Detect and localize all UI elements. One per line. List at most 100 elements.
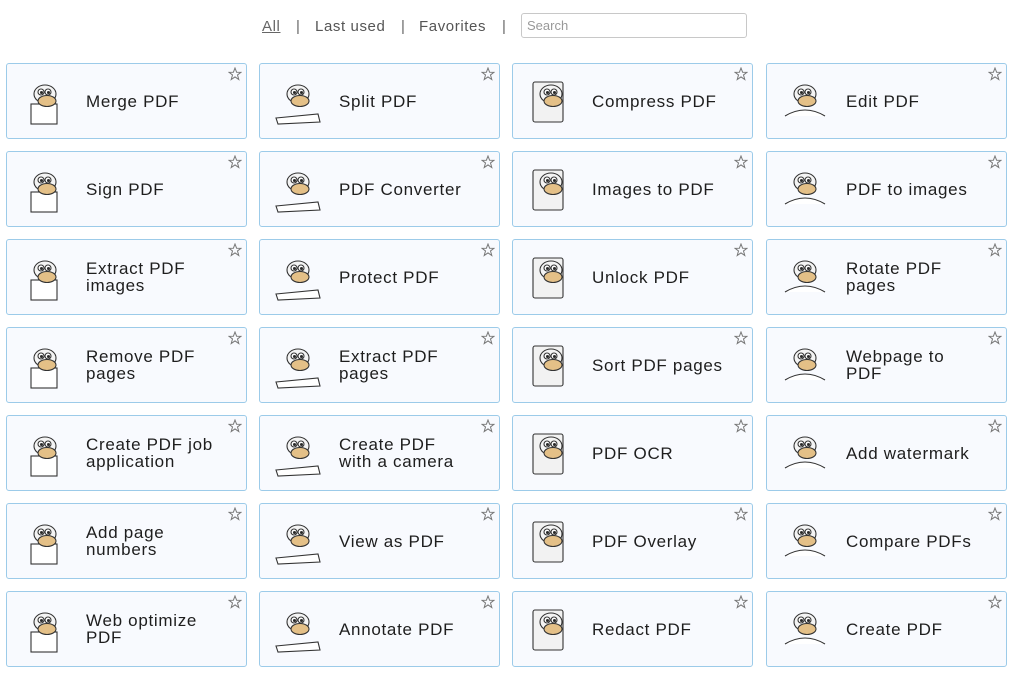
tool-card[interactable]: Sort PDF pages: [512, 327, 753, 403]
tool-card[interactable]: Create PDF: [766, 591, 1007, 667]
tool-card[interactable]: View as PDF: [259, 503, 500, 579]
favorite-star-icon[interactable]: [733, 594, 749, 609]
tool-card[interactable]: Add page numbers: [6, 503, 247, 579]
favorite-star-icon[interactable]: [987, 506, 1003, 521]
protect-pdf-illustration-icon: [270, 250, 326, 306]
favorite-star-icon[interactable]: [987, 418, 1003, 433]
job-application-illustration-icon: [17, 426, 73, 482]
tool-card-label: Annotate PDF: [339, 619, 455, 639]
tool-card[interactable]: PDF OCR: [512, 415, 753, 491]
tool-card-label: Compress PDF: [592, 91, 717, 111]
tool-card-label: Protect PDF: [339, 267, 440, 287]
tool-card[interactable]: Redact PDF: [512, 591, 753, 667]
tool-card[interactable]: Webpage to PDF: [766, 327, 1007, 403]
tool-card[interactable]: Annotate PDF: [259, 591, 500, 667]
tool-card-label: Web optimize PDF: [86, 611, 198, 647]
favorite-star-icon[interactable]: [733, 66, 749, 81]
nav-separator: |: [502, 18, 506, 35]
sign-pdf-illustration-icon: [17, 162, 73, 218]
favorite-star-icon[interactable]: [480, 242, 496, 257]
unlock-pdf-illustration-icon: [523, 250, 579, 306]
compare-pdfs-illustration-icon: [777, 514, 833, 570]
tool-card-label: Compare PDFs: [846, 531, 972, 551]
tool-card-label: PDF Overlay: [592, 531, 697, 551]
compress-pdf-illustration-icon: [523, 74, 579, 130]
tool-card[interactable]: Compress PDF: [512, 63, 753, 139]
images-to-pdf-illustration-icon: [523, 162, 579, 218]
tool-card-label: Images to PDF: [592, 179, 715, 199]
favorite-star-icon[interactable]: [733, 154, 749, 169]
tool-card[interactable]: Unlock PDF: [512, 239, 753, 315]
favorite-star-icon[interactable]: [480, 418, 496, 433]
nav-separator: |: [401, 18, 405, 35]
tool-card[interactable]: PDF Overlay: [512, 503, 753, 579]
extract-pdf-images-illustration-icon: [17, 250, 73, 306]
filter-favorites-link[interactable]: Favorites: [419, 18, 486, 35]
tool-card[interactable]: Images to PDF: [512, 151, 753, 227]
favorite-star-icon[interactable]: [227, 418, 243, 433]
favorite-star-icon[interactable]: [227, 66, 243, 81]
tool-card[interactable]: Extract PDF pages: [259, 327, 500, 403]
tool-card-label: PDF OCR: [592, 443, 674, 463]
favorite-star-icon[interactable]: [733, 330, 749, 345]
filter-nav: All | Last used | Favorites |: [0, 12, 1024, 40]
favorite-star-icon[interactable]: [733, 242, 749, 257]
tool-card[interactable]: Rotate PDF pages: [766, 239, 1007, 315]
tool-card-label: Create PDF job application: [86, 435, 213, 471]
magnifier-illustration-icon: [270, 514, 326, 570]
search-input[interactable]: [521, 13, 747, 38]
tool-card[interactable]: Extract PDF images: [6, 239, 247, 315]
tool-card-label: Extract PDF images: [86, 259, 186, 295]
tool-card[interactable]: Split PDF: [259, 63, 500, 139]
tool-card-label: PDF Converter: [339, 179, 462, 199]
favorite-star-icon[interactable]: [227, 594, 243, 609]
favorite-star-icon[interactable]: [480, 154, 496, 169]
tool-card[interactable]: Create PDF with a camera: [259, 415, 500, 491]
favorite-star-icon[interactable]: [227, 506, 243, 521]
tool-card[interactable]: Edit PDF: [766, 63, 1007, 139]
favorite-star-icon[interactable]: [987, 154, 1003, 169]
favorite-star-icon[interactable]: [733, 418, 749, 433]
merge-pdf-illustration-icon: [17, 74, 73, 130]
tool-card[interactable]: Merge PDF: [6, 63, 247, 139]
tool-card-label: Sort PDF pages: [592, 355, 723, 375]
favorite-star-icon[interactable]: [987, 330, 1003, 345]
favorite-star-icon[interactable]: [480, 330, 496, 345]
tool-card[interactable]: Create PDF job application: [6, 415, 247, 491]
tool-card-label: Unlock PDF: [592, 267, 690, 287]
tool-card-label: Merge PDF: [86, 91, 180, 111]
favorite-star-icon[interactable]: [227, 154, 243, 169]
favorite-star-icon[interactable]: [227, 242, 243, 257]
tool-card[interactable]: Add watermark: [766, 415, 1007, 491]
favorite-star-icon[interactable]: [733, 506, 749, 521]
tool-card-label: Rotate PDF pages: [846, 259, 942, 295]
tool-card-label: Add watermark: [846, 443, 970, 463]
pdf-converter-illustration-icon: [270, 162, 326, 218]
filter-last-used-link[interactable]: Last used: [315, 18, 385, 35]
favorite-star-icon[interactable]: [987, 66, 1003, 81]
camera-illustration-icon: [270, 426, 326, 482]
favorite-star-icon[interactable]: [480, 506, 496, 521]
favorite-star-icon[interactable]: [987, 242, 1003, 257]
tool-card[interactable]: Sign PDF: [6, 151, 247, 227]
tool-card-label: Webpage to PDF: [846, 347, 945, 383]
favorite-star-icon[interactable]: [480, 594, 496, 609]
tool-card-label: PDF to images: [846, 179, 968, 199]
tool-card-label: Add page numbers: [86, 523, 165, 559]
tool-card[interactable]: Remove PDF pages: [6, 327, 247, 403]
tool-card[interactable]: Compare PDFs: [766, 503, 1007, 579]
tool-card-label: Split PDF: [339, 91, 418, 111]
tool-card-label: Extract PDF pages: [339, 347, 439, 383]
tool-card[interactable]: PDF to images: [766, 151, 1007, 227]
tool-card[interactable]: PDF Converter: [259, 151, 500, 227]
annotate-pdf-illustration-icon: [270, 602, 326, 658]
tool-card-label: Create PDF with a camera: [339, 435, 454, 471]
tool-card-label: Sign PDF: [86, 179, 165, 199]
favorite-star-icon[interactable]: [227, 330, 243, 345]
tool-card[interactable]: Protect PDF: [259, 239, 500, 315]
favorite-star-icon[interactable]: [480, 66, 496, 81]
filter-all-link[interactable]: All: [262, 18, 280, 35]
favorite-star-icon[interactable]: [987, 594, 1003, 609]
split-pdf-illustration-icon: [270, 74, 326, 130]
tool-card[interactable]: Web optimize PDF: [6, 591, 247, 667]
